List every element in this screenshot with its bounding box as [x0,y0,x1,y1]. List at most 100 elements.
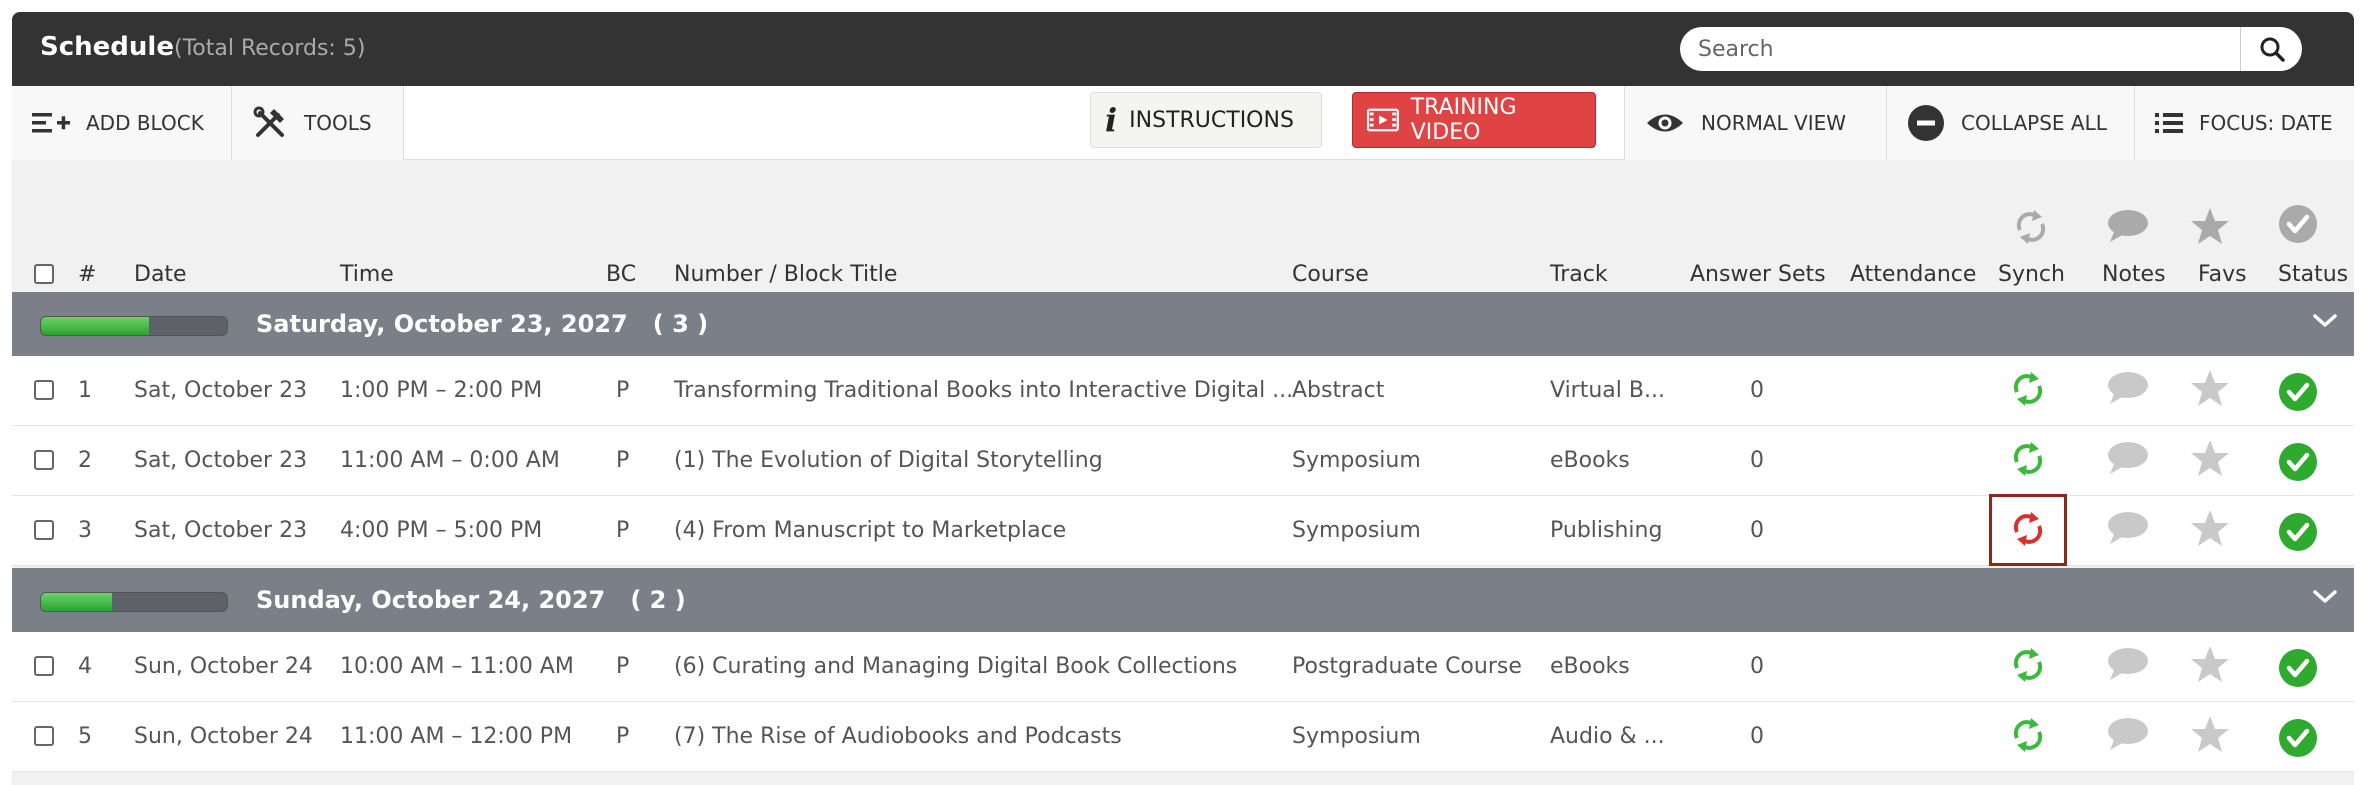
fav-button[interactable] [2190,714,2230,760]
tools-button[interactable]: TOOLS [232,86,404,160]
row-time: 11:00 AM – 12:00 PM [340,724,573,749]
status-button[interactable] [2278,718,2318,764]
training-video-label: TRAINING VIDEO [1410,95,1517,145]
synch-button[interactable] [2009,716,2047,760]
minus-circle-icon [1908,105,1944,141]
fav-button[interactable] [2190,644,2230,690]
star-icon [2191,510,2229,546]
notes-button[interactable] [2106,370,2150,412]
row-title-link[interactable]: (6) Curating and Managing Digital Book C… [674,654,1237,679]
row-checkbox[interactable] [34,520,54,540]
star-icon [2191,716,2229,752]
table-row[interactable]: 4 Sun, October 24 10:00 AM – 11:00 AM P (6) … [12,632,2354,702]
col-time[interactable]: Time [340,262,394,287]
synch-button[interactable] [2009,646,2047,690]
row-track: eBooks [1550,654,1630,679]
table-row[interactable]: 1 Sat, October 23 1:00 PM – 2:00 PM P Transf… [12,356,2354,426]
row-number: 1 [78,378,92,403]
progress-fill [41,317,149,335]
row-date: Sat, October 23 [134,518,308,543]
row-title-link[interactable]: (4) From Manuscript to Marketplace [674,518,1066,543]
row-date: Sun, October 24 [134,724,313,749]
table-row[interactable]: 3 Sat, October 23 4:00 PM – 5:00 PM P (4) Fr… [12,494,2354,566]
check-circle-icon [2279,513,2317,551]
training-video-button[interactable]: TRAINING VIDEO [1352,92,1596,148]
synch-button[interactable] [2009,510,2047,554]
col-course[interactable]: Course [1292,262,1369,287]
collapse-all-button[interactable]: COLLAPSE ALL [1886,86,2134,160]
page-title: Schedule [40,32,174,62]
fav-button[interactable] [2190,508,2230,554]
collapse-all-label: COLLAPSE ALL [1961,111,2107,135]
check-circle-icon [2279,373,2317,411]
search-input[interactable] [1698,27,2228,71]
status-button[interactable] [2278,372,2318,418]
status-button[interactable] [2278,648,2318,694]
fav-button[interactable] [2190,438,2230,484]
comment-icon [2108,718,2148,750]
col-synch[interactable]: Synch [1998,262,2065,287]
table-header: # Date Time BC Number / Block Title Cour… [12,160,2354,304]
check-circle-icon [2279,649,2317,687]
row-checkbox[interactable] [34,380,54,400]
notes-button[interactable] [2106,510,2150,552]
normal-view-button[interactable]: NORMAL VIEW [1624,86,1886,160]
row-checkbox[interactable] [34,450,54,470]
col-answer-sets[interactable]: Answer Sets [1690,262,1826,287]
eye-icon [1647,114,1683,132]
row-answer-sets: 0 [1750,654,1764,679]
search-box [1680,27,2302,71]
col-attendance[interactable]: Attendance [1850,262,1976,287]
video-icon [1367,108,1399,132]
row-checkbox[interactable] [34,656,54,676]
status-button[interactable] [2278,512,2318,558]
row-bc: P [616,378,630,403]
select-all-checkbox[interactable] [34,264,54,284]
synch-button[interactable] [2009,370,2047,414]
instructions-button[interactable]: i INSTRUCTIONS [1090,92,1322,148]
col-status[interactable]: Status [2278,262,2348,287]
row-title-link[interactable]: Transforming Traditional Books into Inte… [674,378,1293,403]
notes-button[interactable] [2106,716,2150,758]
chevron-down-icon[interactable] [2312,586,2338,608]
date-group-header[interactable]: Sunday, October 24, 2027 ( 2 ) [12,568,2354,632]
col-date[interactable]: Date [134,262,187,287]
focus-date-button[interactable]: FOCUS: DATE [2134,86,2354,160]
row-checkbox[interactable] [34,726,54,746]
tools-icon [253,106,284,137]
row-date: Sat, October 23 [134,378,308,403]
status-button[interactable] [2278,442,2318,488]
row-number: 3 [78,518,92,543]
search-button[interactable] [2240,27,2302,71]
table-row[interactable]: 2 Sat, October 23 11:00 AM – 0:00 AM P (1) T… [12,426,2354,496]
focus-date-label: FOCUS: DATE [2199,111,2333,135]
row-answer-sets: 0 [1750,724,1764,749]
row-title-link[interactable]: (1) The Evolution of Digital Storytellin… [674,448,1103,473]
row-bc: P [616,448,630,473]
row-bc: P [616,518,630,543]
row-bc: P [616,724,630,749]
chevron-down-icon[interactable] [2312,310,2338,332]
fav-button[interactable] [2190,368,2230,414]
row-title-link[interactable]: (7) The Rise of Audiobooks and Podcasts [674,724,1122,749]
table-row[interactable]: 5 Sun, October 24 11:00 AM – 12:00 PM P (7) … [12,702,2354,772]
notes-button[interactable] [2106,646,2150,688]
col-track[interactable]: Track [1550,262,1608,287]
row-time: 4:00 PM – 5:00 PM [340,518,543,543]
col-favs[interactable]: Favs [2198,262,2247,287]
group-count: ( 2 ) [630,586,686,614]
date-group-header[interactable]: Saturday, October 23, 2027 ( 3 ) [12,292,2354,356]
col-notes[interactable]: Notes [2102,262,2166,287]
add-block-button[interactable]: ADD BLOCK [12,86,232,160]
sync-icon [2013,648,2043,682]
row-track: Publishing [1550,518,1663,543]
notes-button[interactable] [2106,440,2150,482]
col-title[interactable]: Number / Block Title [674,262,897,287]
row-number: 4 [78,654,92,679]
record-count: (Total Records: 5) [174,36,366,61]
check-circle-icon [2279,719,2317,757]
row-track: eBooks [1550,448,1630,473]
add-block-label: ADD BLOCK [86,111,204,135]
synch-button[interactable] [2009,440,2047,484]
col-bc[interactable]: BC [606,262,636,287]
